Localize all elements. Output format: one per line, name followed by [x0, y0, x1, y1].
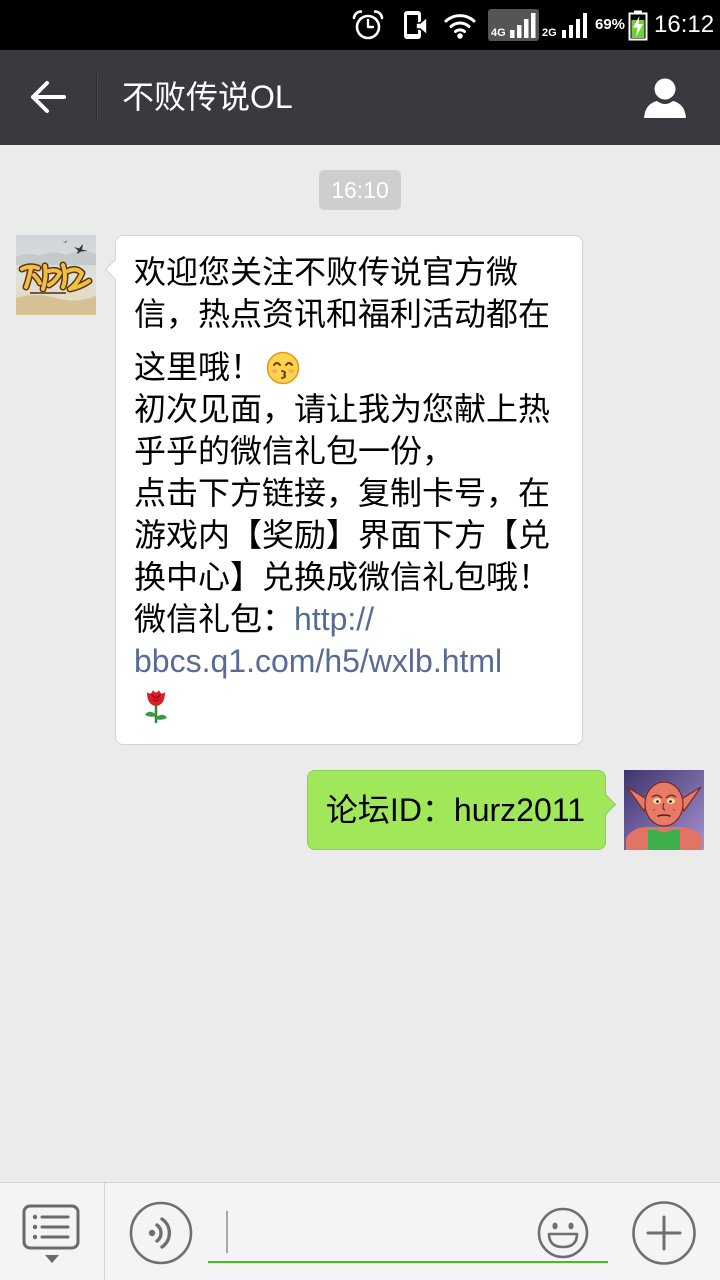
message-timestamp: 16:10: [319, 170, 401, 210]
plus-icon: [632, 1201, 696, 1265]
message-paragraph-closing: [134, 682, 566, 724]
gift-link-address: bbcs.q1.com/h5/wxlb.html: [134, 643, 503, 679]
signal-4g-icon: 4G: [488, 9, 539, 41]
message-list[interactable]: 16:10 欢迎您关注不败传说官方微信，热点资讯和福利活动都在这里哦！ 初次见面…: [0, 145, 720, 1182]
user-avatar[interactable]: [624, 770, 704, 850]
status-bar: 4G 2G 69% 16:12: [0, 0, 720, 50]
page-title: 不败传说OL: [122, 79, 293, 115]
status-time: 16:12: [654, 11, 715, 38]
chat-header: 不败传说OL: [0, 50, 720, 145]
battery-charging-icon: [628, 10, 648, 41]
message-paragraph-gift: 微信礼包：http:// bbcs.q1.com/h5/wxlb.html: [134, 598, 566, 682]
toolbar-divider: [104, 1183, 105, 1280]
menu-toggle-button[interactable]: [0, 1183, 104, 1280]
more-actions-button[interactable]: [631, 1200, 697, 1266]
gift-link-label: 微信礼包：: [134, 601, 295, 637]
vibrate-icon: [401, 9, 433, 41]
rose-icon: [142, 687, 170, 723]
signal-2g-icon: 2G: [542, 9, 588, 41]
kissing-face-icon: [266, 351, 300, 385]
header-divider: [96, 74, 98, 122]
caret-down-icon: [45, 1255, 59, 1263]
back-button[interactable]: [0, 50, 96, 145]
back-arrow-icon: [31, 81, 66, 113]
emoji-button[interactable]: [536, 1206, 590, 1260]
network-type-2g: 2G: [542, 27, 557, 39]
text-cursor: [226, 1211, 228, 1253]
message-paragraph-instructions: 点击下方链接，复制卡号，在游戏内【奖励】界面下方【兑换中心】兑换成微信礼包哦！: [134, 475, 551, 595]
voice-icon: [129, 1201, 193, 1265]
message-paragraph-intro: 初次见面，请让我为您献上热乎乎的微信礼包一份，: [134, 391, 551, 469]
official-account-logo-avatar[interactable]: [16, 235, 96, 315]
battery-percentage: 69%: [595, 16, 626, 33]
wechat-chat-screen: 4G 2G 69% 16:12 不败传说OL 16:10 欢迎您关注不败传说官方…: [0, 0, 720, 1280]
outgoing-message-bubble[interactable]: 论坛ID：hurz2011: [306, 770, 606, 850]
incoming-message-bubble[interactable]: 欢迎您关注不败传说官方微信，热点资讯和福利活动都在这里哦！ 初次见面，请让我为您…: [115, 235, 583, 745]
timestamp-row: 16:10: [0, 170, 720, 210]
signal-bars-icon: [562, 13, 587, 38]
message-input[interactable]: [226, 1199, 526, 1255]
emoji-icon: [537, 1207, 589, 1259]
input-toolbar: [0, 1182, 720, 1280]
voice-input-button[interactable]: [129, 1201, 193, 1265]
signal-bars-icon: [510, 13, 536, 38]
alarm-icon: [351, 9, 385, 41]
person-icon: [644, 78, 686, 118]
incoming-message-row: 欢迎您关注不败传说官方微信，热点资讯和福利活动都在这里哦！ 初次见面，请让我为您…: [0, 235, 720, 745]
outgoing-message-text: 论坛ID：hurz2011: [325, 792, 585, 828]
network-type-4g: 4G: [491, 27, 506, 39]
menu-list-icon: [22, 1204, 80, 1250]
chat-info-button[interactable]: [624, 50, 720, 145]
gift-link-scheme: http://: [294, 601, 375, 637]
outgoing-message-row: 论坛ID：hurz2011: [0, 770, 720, 850]
wifi-icon: [443, 11, 477, 39]
message-paragraph-greeting: 欢迎您关注不败传说官方微信，热点资讯和福利活动都在这里哦！: [134, 251, 566, 388]
greeting-text: 欢迎您关注不败传说官方微信，热点资讯和福利活动都在这里哦！: [134, 254, 551, 385]
